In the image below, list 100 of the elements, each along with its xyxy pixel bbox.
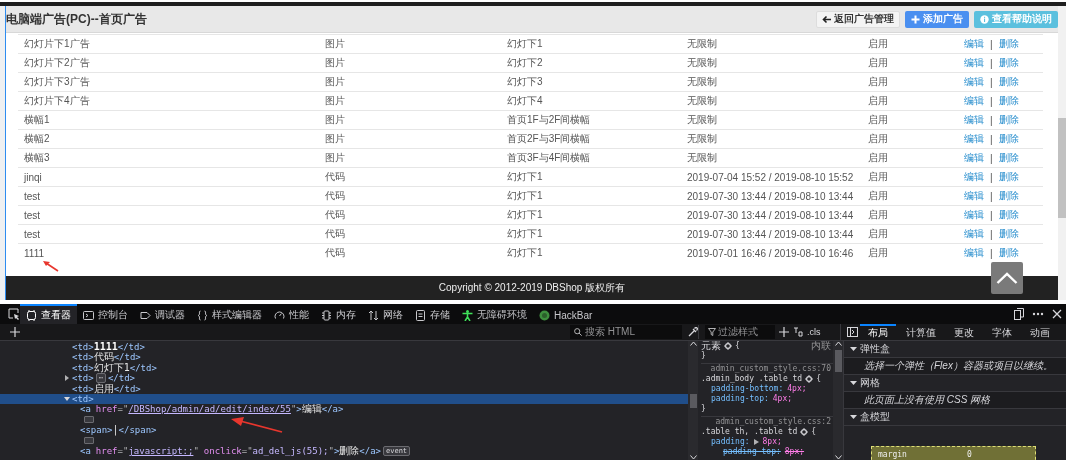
edit-link[interactable]: 编辑 <box>964 113 984 127</box>
sidebar-icon[interactable] <box>847 327 858 337</box>
sidebar-tab[interactable]: 计算值 <box>898 324 944 340</box>
plus-icon[interactable] <box>10 327 20 337</box>
section-header[interactable]: 弹性盒 <box>844 341 1066 358</box>
devtools-tab[interactable]: 网络 <box>362 304 409 324</box>
search-placeholder: 搜索 HTML <box>585 325 635 339</box>
markup-line[interactable]: <td>启用</td> <box>0 383 688 394</box>
stylesheet-link[interactable]: admin_custom_style.css:2 <box>715 417 831 427</box>
sidebar-tab[interactable]: 更改 <box>946 324 982 340</box>
filter-placeholder: 过滤样式 <box>718 325 758 339</box>
edit-link[interactable]: 编辑 <box>964 189 984 203</box>
sidebar-tab[interactable]: 字体 <box>984 324 1020 340</box>
scrollbar[interactable] <box>833 341 843 460</box>
gear-icon[interactable] <box>724 342 732 350</box>
edit-link[interactable]: 编辑 <box>964 75 984 89</box>
table-cell-text: 代码 <box>325 227 346 241</box>
scrollbar[interactable] <box>688 341 698 460</box>
edit-link[interactable]: 编辑 <box>964 151 984 165</box>
gear-icon[interactable] <box>800 428 809 436</box>
sidebar-tab[interactable]: 动画 <box>1022 324 1058 340</box>
devtools-tab[interactable]: 查看器 <box>20 304 77 324</box>
expand-triangle-icon[interactable] <box>753 439 759 445</box>
delete-link[interactable]: 删除 <box>998 189 1019 203</box>
css-declaration[interactable]: padding-top: 8px; <box>701 447 833 457</box>
devtools-tab[interactable]: 样式编辑器 <box>191 304 268 324</box>
table-cell-text: 幻灯下3 <box>507 75 544 89</box>
delete-link[interactable]: 删除 <box>998 56 1019 70</box>
collapse-triangle-icon <box>850 414 857 420</box>
scroll-thumb[interactable] <box>1058 118 1066 218</box>
delete-link[interactable]: 删除 <box>998 94 1019 108</box>
edit-link[interactable]: 编辑 <box>964 170 984 184</box>
delete-link[interactable]: 删除 <box>998 208 1019 222</box>
devtools-tab[interactable]: 存储 <box>409 304 456 324</box>
delete-link[interactable]: 删除 <box>998 170 1019 184</box>
delete-link[interactable]: 删除 <box>998 246 1019 260</box>
section-note: 选择一个弹性（Flex）容器或项目以继续。 <box>864 359 1053 373</box>
annotation-arrow <box>42 260 60 272</box>
brace: } <box>701 351 706 361</box>
edit-link[interactable]: 编辑 <box>964 132 984 146</box>
devtools-tab[interactable]: 性能 <box>268 304 315 324</box>
responsive-icon[interactable] <box>1014 308 1024 320</box>
edit-link[interactable]: 编辑 <box>964 246 984 260</box>
back-to-top-button[interactable] <box>991 262 1023 294</box>
devtools-tab[interactable]: 内存 <box>315 304 362 324</box>
table-cell-text: 幻灯下4 <box>507 94 544 108</box>
table-cell-text: 代码 <box>325 189 346 203</box>
scroll-down-icon[interactable] <box>689 455 697 460</box>
table-cell-text: 图片 <box>325 113 346 127</box>
edit-link[interactable]: 编辑 <box>964 56 984 70</box>
scroll-down-icon[interactable] <box>834 455 842 460</box>
eyedropper-icon[interactable] <box>688 327 698 337</box>
scrollbar[interactable] <box>1058 6 1066 300</box>
search-field[interactable]: 搜索 HTML <box>570 325 682 339</box>
gauge-icon <box>274 309 285 321</box>
cls-button[interactable]: .cls <box>807 327 821 337</box>
annotation-arrow <box>230 417 284 433</box>
section-header[interactable]: 盒模型 <box>844 409 1066 426</box>
css-declaration[interactable]: padding-top: 4px; <box>701 394 833 404</box>
devtools-tab[interactable]: 控制台 <box>77 304 134 324</box>
gear-icon[interactable] <box>805 375 814 383</box>
scroll-thumb[interactable] <box>834 350 842 372</box>
whitespace-marker[interactable] <box>84 416 94 424</box>
markup-line[interactable]: <td>代码</td> <box>0 352 688 363</box>
expand-triangle-icon[interactable] <box>64 375 70 382</box>
edit-link[interactable]: 编辑 <box>964 94 984 108</box>
more-icon[interactable] <box>1032 312 1044 316</box>
delete-link[interactable]: 删除 <box>998 227 1019 241</box>
collapse-triangle-icon[interactable] <box>64 396 70 403</box>
devtools-tab[interactable]: HackBar <box>533 304 599 324</box>
edit-link[interactable]: 编辑 <box>964 227 984 241</box>
table-cell-text: 启用 <box>868 208 889 222</box>
stylesheet-link[interactable]: admin_custom_style.css:70 <box>710 364 831 374</box>
close-icon[interactable] <box>1052 309 1062 319</box>
table-cell-text: 图片 <box>325 132 346 146</box>
edit-link[interactable]: 编辑 <box>964 37 984 51</box>
delete-link[interactable]: 删除 <box>998 37 1019 51</box>
plus-icon[interactable] <box>779 327 789 337</box>
scroll-up-icon[interactable] <box>689 341 697 346</box>
edit-link[interactable]: 编辑 <box>964 208 984 222</box>
picker-icon[interactable] <box>8 308 20 320</box>
delete-link[interactable]: 删除 <box>998 151 1019 165</box>
section-header[interactable]: 网格 <box>844 375 1066 392</box>
devtools-tab[interactable]: 无障碍环境 <box>456 304 533 324</box>
filter-field[interactable]: 过滤样式 <box>705 325 775 339</box>
css-declaration[interactable]: padding: 8px; <box>701 437 833 447</box>
back-button[interactable]: 返回广告管理 <box>816 10 900 28</box>
delete-link[interactable]: 删除 <box>998 75 1019 89</box>
devtools-tab[interactable]: 调试器 <box>134 304 191 324</box>
markup-line[interactable]: <a href="/DBShop/admin/ad/edit/index/55">编辑</a> <box>0 404 688 415</box>
scroll-thumb[interactable] <box>689 393 697 408</box>
storage-icon <box>415 309 426 321</box>
scroll-up-icon[interactable] <box>834 341 842 346</box>
css-declaration[interactable]: padding-bottom: 4px; <box>701 384 833 394</box>
delete-link[interactable]: 删除 <box>998 132 1019 146</box>
markup-line[interactable]: <td>幻灯下1</td> <box>0 362 688 374</box>
delete-link[interactable]: 删除 <box>998 113 1019 127</box>
markup-line[interactable]: <span>|</span> <box>0 425 688 436</box>
whitespace-marker[interactable] <box>84 437 94 445</box>
markup-line[interactable]: <td>1111</td> <box>0 342 688 353</box>
